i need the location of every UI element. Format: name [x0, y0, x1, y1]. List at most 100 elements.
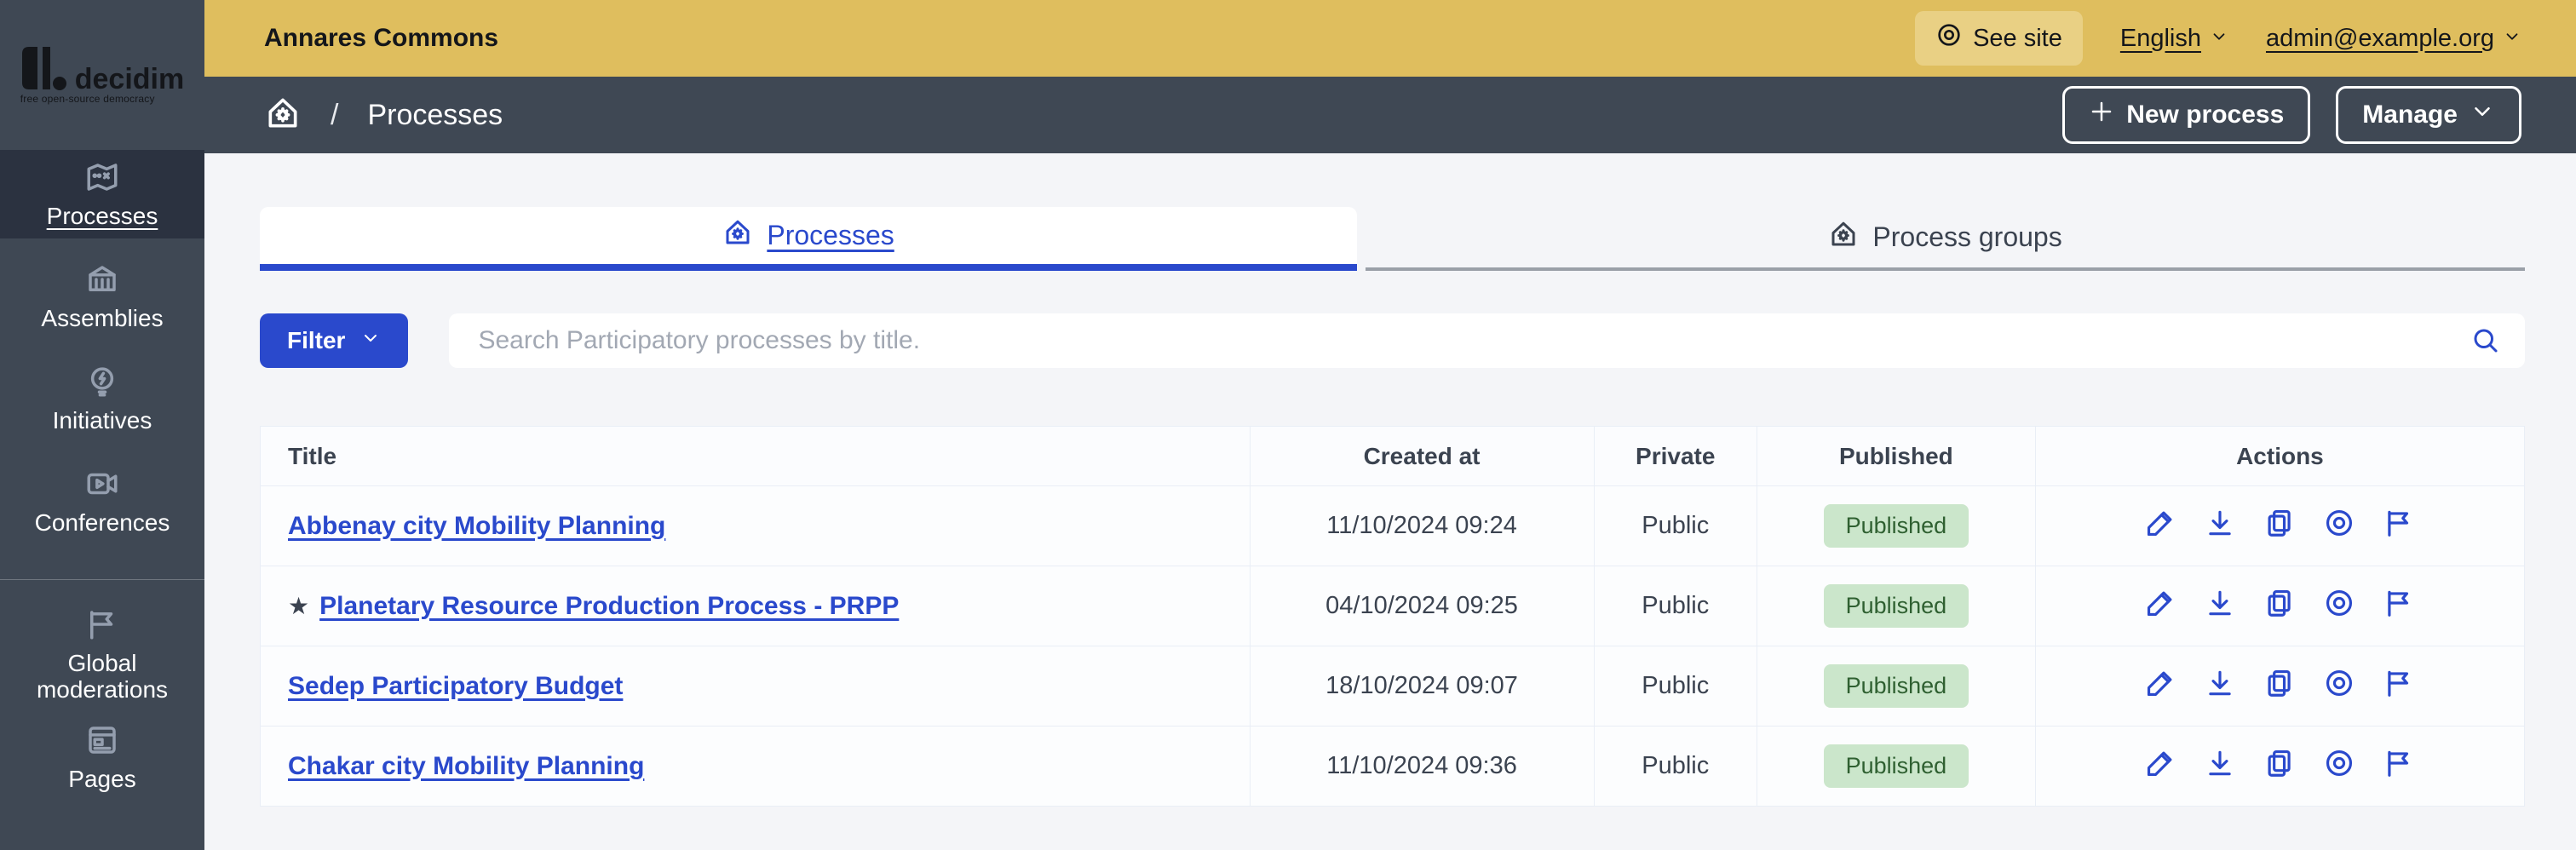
sidebar-item-label: Pages	[68, 765, 136, 792]
cell-actions	[2034, 566, 2526, 646]
published-badge: Published	[1823, 664, 1969, 708]
language-dropdown[interactable]: English	[2120, 25, 2228, 53]
sidebar-item-global-moderations[interactable]: Global moderations	[0, 611, 204, 703]
filter-row: Filter	[260, 313, 2525, 368]
column-header-created-at: Created at	[1249, 426, 1595, 486]
eye-icon	[2323, 667, 2355, 706]
chevron-down-icon	[2470, 99, 2495, 131]
video-icon	[84, 466, 120, 502]
logo-tagline: free open-source democracy	[20, 93, 155, 105]
edit-button[interactable]	[2142, 749, 2178, 784]
logo-word: decidim	[74, 62, 185, 95]
cell-published: Published	[1756, 726, 2036, 807]
moderations-button[interactable]	[2381, 669, 2417, 704]
flag-small-icon	[2383, 667, 2415, 706]
decidim-logo[interactable]: decidim free open-source democracy	[20, 45, 184, 105]
export-button[interactable]	[2202, 749, 2238, 784]
tab-process-groups[interactable]: Process groups	[1366, 207, 2525, 271]
chevron-down-icon	[2210, 25, 2228, 53]
download-icon	[2204, 587, 2236, 626]
process-title-link[interactable]: Planetary Resource Production Process - …	[319, 592, 899, 620]
pencil-icon	[2144, 507, 2176, 546]
duplicate-button[interactable]	[2262, 508, 2297, 544]
moderations-button[interactable]	[2381, 589, 2417, 624]
table-header-row: Title Created at Private Published Actio…	[260, 426, 2526, 486]
preview-button[interactable]	[2321, 749, 2357, 784]
search-input[interactable]	[449, 313, 2525, 368]
process-title-link[interactable]: Chakar city Mobility Planning	[288, 752, 644, 780]
manage-button[interactable]: Manage	[2336, 86, 2521, 144]
process-title-link[interactable]: Sedep Participatory Budget	[288, 672, 623, 700]
chevron-down-icon	[2503, 25, 2521, 53]
filter-label: Filter	[287, 327, 346, 353]
new-process-button[interactable]: New process	[2062, 86, 2311, 144]
edit-button[interactable]	[2142, 508, 2178, 544]
sidebar-item-label: Processes	[46, 202, 158, 229]
cell-created-at: 11/10/2024 09:36	[1249, 726, 1595, 807]
tabs: Processes Process groups	[260, 207, 2525, 271]
row-actions	[2036, 589, 2524, 624]
search-icon[interactable]	[2470, 325, 2501, 356]
sidebar-item-assemblies[interactable]: Assemblies	[0, 252, 204, 341]
cell-title: Abbenay city Mobility Planning	[260, 485, 1251, 566]
cell-published: Published	[1756, 485, 2036, 566]
flag-icon	[84, 606, 120, 642]
preview-button[interactable]	[2321, 508, 2357, 544]
duplicate-button[interactable]	[2262, 749, 2297, 784]
table-row: Chakar city Mobility Planning 11/10/2024 …	[260, 726, 2526, 807]
cell-published: Published	[1756, 566, 2036, 646]
download-icon	[2204, 507, 2236, 546]
see-site-button[interactable]: See site	[1915, 11, 2083, 66]
map-icon	[84, 159, 120, 195]
sidebar-item-pages[interactable]: Pages	[0, 713, 204, 801]
topbar-right: See site English admin@example.org	[1915, 11, 2521, 66]
breadcrumb: / Processes	[264, 95, 503, 136]
export-button[interactable]	[2202, 508, 2238, 544]
edit-button[interactable]	[2142, 669, 2178, 704]
sidebar-item-processes[interactable]: Processes	[0, 150, 204, 238]
cell-published: Published	[1756, 646, 2036, 727]
duplicate-button[interactable]	[2262, 669, 2297, 704]
cell-created-at: 04/10/2024 09:25	[1249, 566, 1595, 646]
cell-private: Public	[1593, 646, 1757, 727]
download-icon	[2204, 747, 2236, 786]
download-icon	[2204, 667, 2236, 706]
column-header-private: Private	[1593, 426, 1757, 486]
eye-icon	[2323, 507, 2355, 546]
published-badge: Published	[1823, 584, 1969, 628]
moderations-button[interactable]	[2381, 508, 2417, 544]
tab-processes[interactable]: Processes	[260, 207, 1358, 271]
copy-icon	[2263, 507, 2296, 546]
processes-table: Title Created at Private Published Actio…	[260, 426, 2526, 807]
published-badge: Published	[1823, 744, 1969, 788]
sidebar-item-initiatives[interactable]: Initiatives	[0, 354, 204, 443]
preview-button[interactable]	[2321, 669, 2357, 704]
duplicate-button[interactable]	[2262, 589, 2297, 624]
pencil-icon	[2144, 747, 2176, 786]
home-gear-icon[interactable]	[264, 95, 302, 136]
column-header-title: Title	[260, 426, 1251, 486]
sidebar-item-conferences[interactable]: Conferences	[0, 457, 204, 545]
row-actions	[2036, 749, 2524, 784]
sidebar-item-label: Global moderations	[36, 650, 169, 703]
sidebar: decidim free open-source democracy Proce…	[0, 0, 204, 850]
see-site-label: See site	[1973, 24, 2062, 52]
new-process-label: New process	[2126, 101, 2285, 129]
cell-private: Public	[1593, 566, 1757, 646]
moderations-button[interactable]	[2381, 749, 2417, 784]
account-dropdown[interactable]: admin@example.org	[2266, 25, 2521, 53]
copy-icon	[2263, 747, 2296, 786]
home-gear-icon	[1828, 219, 1859, 256]
tab-label: Process groups	[1872, 221, 2062, 252]
flag-small-icon	[2383, 747, 2415, 786]
cell-title: ★ Planetary Resource Production Process -…	[260, 566, 1251, 646]
edit-button[interactable]	[2142, 589, 2178, 624]
export-button[interactable]	[2202, 589, 2238, 624]
preview-button[interactable]	[2321, 589, 2357, 624]
copy-icon	[2263, 667, 2296, 706]
lightbulb-icon	[84, 364, 120, 399]
filter-button[interactable]: Filter	[260, 313, 409, 368]
bank-icon	[84, 261, 120, 297]
process-title-link[interactable]: Abbenay city Mobility Planning	[288, 512, 665, 540]
export-button[interactable]	[2202, 669, 2238, 704]
